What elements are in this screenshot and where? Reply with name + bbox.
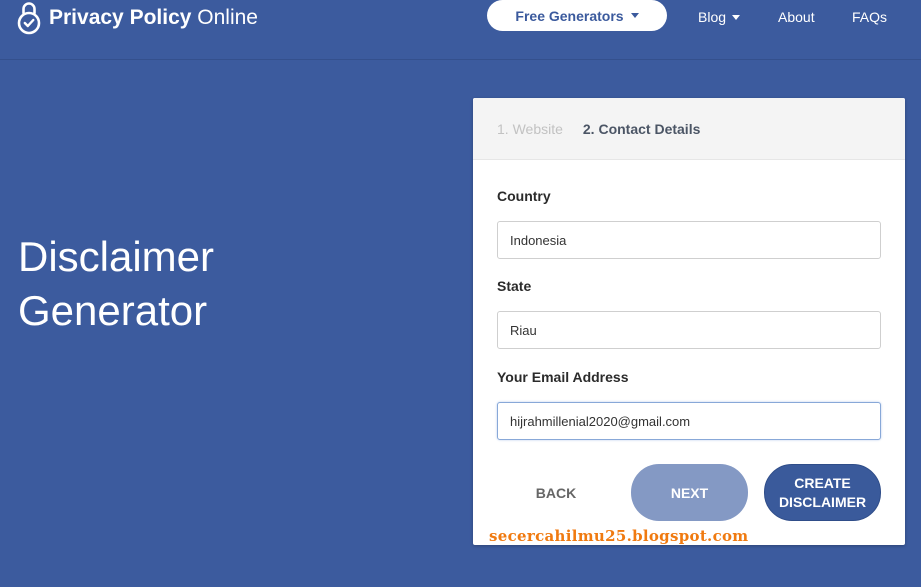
email-label: Your Email Address [497, 369, 629, 385]
site-name: Privacy Policy Online [49, 0, 258, 36]
form-steps: 1. Website 2. Contact Details [473, 98, 905, 160]
site-name-bold: Privacy Policy [49, 6, 192, 29]
step-website[interactable]: 1. Website [497, 121, 563, 137]
country-input[interactable] [497, 221, 881, 259]
nav-blog-dropdown[interactable]: Blog [698, 0, 741, 34]
step-contact-details[interactable]: 2. Contact Details [583, 121, 700, 137]
caret-down-icon [732, 14, 741, 20]
site-header: Privacy Policy Online Free Generators Bl… [0, 0, 921, 60]
caret-down-icon [630, 13, 639, 18]
site-logo[interactable]: Privacy Policy Online [17, 0, 258, 36]
free-generators-label: Free Generators [515, 7, 624, 24]
page-title: Disclaimer Generator [18, 230, 418, 338]
next-button[interactable]: NEXT [631, 464, 748, 521]
padlock-check-icon [17, 2, 41, 35]
page-title-line-1: Disclaimer [18, 233, 215, 280]
nav-blog-label: Blog [698, 9, 727, 25]
back-button[interactable]: BACK [497, 464, 615, 521]
state-input[interactable] [497, 311, 881, 349]
email-input[interactable] [497, 402, 881, 440]
nav-about-link[interactable]: About [778, 0, 815, 34]
nav-faqs-link[interactable]: FAQs [852, 0, 887, 34]
generator-form-card: 1. Website 2. Contact Details Country St… [473, 98, 905, 545]
create-label-line-2: DISCLAIMER [778, 493, 867, 510]
create-label-line-1: CREATE [794, 474, 851, 491]
nav-faqs-label: FAQs [852, 9, 888, 25]
site-name-light: Online [197, 6, 258, 29]
create-disclaimer-button[interactable]: CREATE DISCLAIMER [764, 464, 881, 521]
nav-about-label: About [778, 9, 815, 25]
page-title-line-2: Generator [18, 287, 208, 334]
country-label: Country [497, 188, 551, 204]
free-generators-dropdown[interactable]: Free Generators [487, 0, 667, 31]
state-label: State [497, 278, 532, 294]
watermark-text: secercahilmu25.blogspot.com [489, 527, 749, 545]
